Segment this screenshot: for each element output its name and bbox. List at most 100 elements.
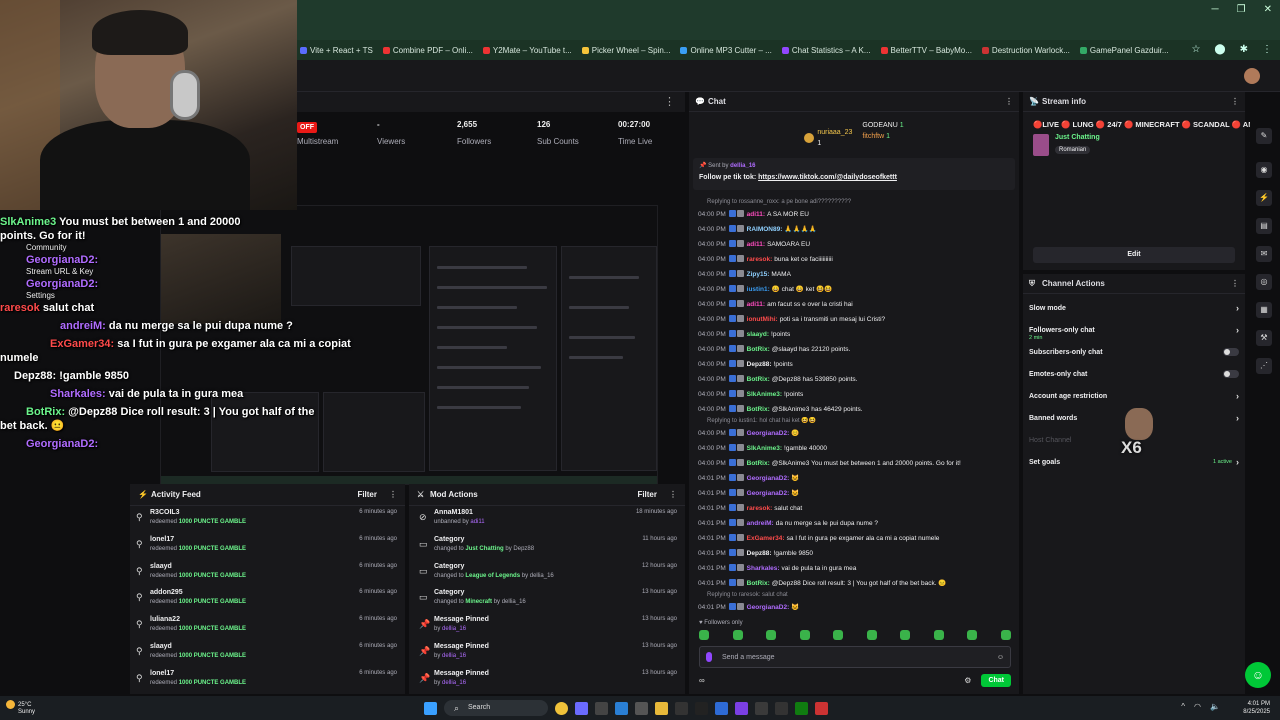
taskbar-search[interactable]: Search: [444, 700, 548, 716]
chat-message[interactable]: 04:01 PM andreiM: da nu merge sa le pui d…: [689, 516, 1019, 531]
bookmark-item[interactable]: Chat Statistics – A K...: [781, 46, 871, 55]
stream-category[interactable]: Just Chatting: [1055, 134, 1100, 141]
list-item[interactable]: ▭ Category changed to League of Legends by…: [409, 560, 685, 587]
discord-icon[interactable]: [575, 701, 588, 715]
pencil-icon[interactable]: ✎: [1256, 128, 1272, 144]
chat-username[interactable]: SlkAnime3:: [747, 445, 782, 452]
mic-icon[interactable]: [706, 652, 712, 662]
twitch-icon[interactable]: [735, 701, 748, 715]
list-item[interactable]: ⚲ slaayd redeemed 1000 PUNCTE GAMBLE 6 minu…: [130, 560, 405, 587]
chat-message[interactable]: 04:01 PM raresok: salut chat: [689, 501, 1019, 516]
connections-icon[interactable]: ⋰: [1256, 358, 1272, 374]
chat-username[interactable]: raresok:: [747, 256, 773, 263]
bookmark-item[interactable]: Combine PDF – Onli...: [382, 46, 473, 55]
battlenet-icon[interactable]: [715, 701, 728, 715]
chat-username[interactable]: Sharkales:: [747, 565, 780, 572]
xbox-icon[interactable]: [795, 701, 808, 715]
menu-icon[interactable]: ⋮: [1262, 44, 1272, 55]
chat-bubble-icon[interactable]: ✉: [1256, 246, 1272, 262]
chat-username[interactable]: RAIMON89:: [747, 226, 783, 233]
chat-message[interactable]: 04:00 PM BotRix: @Depz88 has 539850 point…: [689, 372, 1019, 387]
chat-username[interactable]: SlkAnime3:: [747, 391, 782, 398]
pinned-message[interactable]: 📌 Sent by dellia_16 Follow pe tik tok: h…: [693, 158, 1015, 190]
filter-button[interactable]: Filter: [637, 490, 657, 499]
list-item[interactable]: ⚲ R3COIL3 redeemed 1000 PUNCTE GAMBLE 6 min…: [130, 506, 405, 533]
chat-message[interactable]: 04:00 PM SlkAnime3: !points: [689, 387, 1019, 402]
list-item[interactable]: ⚲ lonel17 redeemed 1000 PUNCTE GAMBLE 6 min…: [130, 667, 405, 694]
pinned-link[interactable]: https://www.tiktok.com/@dailydoseofkettt: [758, 174, 897, 181]
chat-message[interactable]: 04:00 PM BotRix: @slaayd has 22120 points…: [689, 342, 1019, 357]
chat-message[interactable]: 04:01 PM GeorgianaD2: 😺: [689, 600, 1019, 615]
bookmark-item[interactable]: BetterTTV – BabyMo...: [880, 46, 972, 55]
chat-username[interactable]: iustin1:: [747, 286, 770, 293]
chat-message[interactable]: 04:00 PM iustin1: 😄 chat 😄 ket 😆😆: [689, 282, 1019, 297]
camera-icon[interactable]: ◉: [1256, 162, 1272, 178]
more-icon[interactable]: ⋮: [664, 95, 675, 108]
emote-icon[interactable]: [866, 630, 877, 640]
chat-message[interactable]: 04:00 PM ionutMihi: poti sa i transmiti u…: [689, 312, 1019, 327]
list-item[interactable]: ⊘ AnnaM1801 unbanned by adi11 18 minutes ag…: [409, 506, 685, 533]
taskbar-clock[interactable]: 4:01 PM 8/25/2025: [1243, 700, 1270, 716]
send-chat-button[interactable]: Chat: [981, 673, 1011, 687]
chat-message[interactable]: 04:00 PM slaayd: !points: [689, 327, 1019, 342]
chevron-right-icon[interactable]: ›: [1236, 457, 1239, 467]
storage-icon[interactable]: ▦: [1256, 302, 1272, 318]
chat-message[interactable]: 04:00 PM Zipy15: MAMA: [689, 267, 1019, 282]
chat-message[interactable]: 04:01 PM BotRix: @Depz88 Dice roll result…: [689, 576, 1019, 591]
chat-message[interactable]: 04:00 PM adi11: am facut ss e over la cri…: [689, 297, 1019, 312]
chevron-right-icon[interactable]: ›: [1236, 413, 1239, 423]
clipboard-icon[interactable]: ▤: [1256, 218, 1272, 234]
chat-username[interactable]: adi11:: [747, 211, 765, 218]
emote-icon[interactable]: [933, 630, 944, 640]
vscode-icon[interactable]: [615, 701, 628, 715]
emote-icon[interactable]: [799, 630, 810, 640]
weather-widget[interactable]: 25°C Sunny: [6, 700, 35, 716]
chat-message[interactable]: 04:00 PM BotRix: @SlkAnime3 You must bet …: [689, 456, 1019, 471]
list-item[interactable]: ⚲ luliana22 redeemed 1000 PUNCTE GAMBLE 6 m…: [130, 613, 405, 640]
list-item[interactable]: ⚲ lonel17 redeemed 1000 PUNCTE GAMBLE 6 min…: [130, 533, 405, 560]
edit-stream-button[interactable]: Edit: [1033, 247, 1235, 263]
close-icon[interactable]: ✕: [1264, 4, 1272, 15]
chat-username[interactable]: BotRix:: [747, 460, 770, 467]
chat-username[interactable]: BotRix:: [747, 376, 770, 383]
list-item[interactable]: ⚲ slaayd redeemed 1000 PUNCTE GAMBLE 6 minu…: [130, 640, 405, 667]
emote-icon[interactable]: [766, 630, 777, 640]
more-icon[interactable]: ⋮: [1231, 97, 1239, 106]
list-item[interactable]: ▭ Category changed to Just Chatting by Dep…: [409, 533, 685, 560]
assistant-fab-icon[interactable]: ☺: [1245, 662, 1271, 688]
list-item[interactable]: 📌 Message Pinned by dellia_16 13 hours ago: [409, 667, 685, 694]
chat-message[interactable]: 04:00 PM SlkAnime3: !gamble 40000: [689, 441, 1019, 456]
chat-username[interactable]: Zipy15:: [747, 271, 770, 278]
minimize-icon[interactable]: ─: [1212, 4, 1219, 15]
channel-action-row[interactable]: Emotes-only chat: [1023, 363, 1245, 385]
steam-icon[interactable]: [595, 701, 608, 715]
channel-action-row[interactable]: Account age restriction ›: [1023, 385, 1245, 407]
chat-message[interactable]: 04:01 PM ExGamer34: sa I fut in gura pe e…: [689, 531, 1019, 546]
emote-picker-icon[interactable]: ☺: [997, 654, 1004, 661]
chat-message[interactable]: 04:00 PM adi11: SAMOARA EU: [689, 237, 1019, 252]
emote-icon[interactable]: [833, 630, 844, 640]
wrench-icon[interactable]: ⚒: [1256, 330, 1272, 346]
recorder-icon[interactable]: [815, 701, 828, 715]
broadcast-icon[interactable]: ◎: [1256, 274, 1272, 290]
chat-message[interactable]: 04:00 PM raresok: buna ket ce faciiiiiiii…: [689, 252, 1019, 267]
chat-username[interactable]: GeorgianaD2:: [747, 604, 790, 611]
more-icon[interactable]: ⋮: [669, 490, 677, 499]
chevron-right-icon[interactable]: ›: [1236, 303, 1239, 313]
extension-icon[interactable]: ⬤: [1214, 44, 1225, 55]
chat-username[interactable]: raresok:: [747, 505, 773, 512]
chat-username[interactable]: andreiM:: [747, 520, 774, 527]
list-item[interactable]: 📌 Message Pinned by dellia_16 13 hours ago: [409, 640, 685, 667]
chevron-right-icon[interactable]: ›: [1236, 391, 1239, 401]
chat-message[interactable]: 04:00 PM RAIMON89: 🙏🙏🙏🙏: [689, 222, 1019, 237]
more-icon[interactable]: ⋮: [1231, 279, 1239, 288]
points-icon[interactable]: ∞: [699, 676, 705, 685]
bookmark-item[interactable]: GamePanel Gazduir...: [1079, 46, 1169, 55]
settings-icon[interactable]: ⚙: [964, 676, 971, 685]
capcut-icon[interactable]: [695, 701, 708, 715]
more-icon[interactable]: ⋮: [389, 490, 397, 499]
app-icon[interactable]: [775, 701, 788, 715]
channel-action-row[interactable]: Subscribers-only chat: [1023, 341, 1245, 363]
chat-username[interactable]: BotRix:: [747, 580, 770, 587]
chat-username[interactable]: Depz88:: [747, 361, 772, 368]
